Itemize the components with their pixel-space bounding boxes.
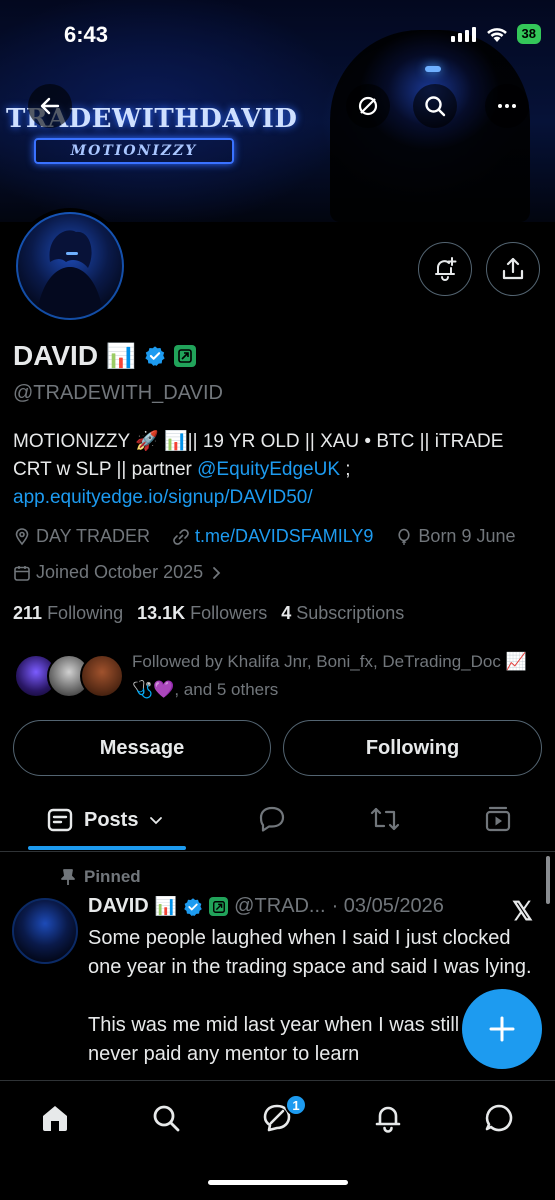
speech-bubble-icon <box>259 806 285 832</box>
verified-badge-icon[interactable] <box>144 345 166 367</box>
bell-plus-icon <box>435 257 457 281</box>
profile-handle: @TRADEWITH_DAVID <box>13 382 223 404</box>
chart-emoji: 📊 <box>106 342 136 370</box>
post-author-name[interactable]: DAVID <box>88 895 149 918</box>
posts-icon <box>47 808 73 832</box>
post-author-emoji: 📊 <box>154 896 178 916</box>
nav-search[interactable] <box>144 1096 188 1140</box>
pinned-label-row: Pinned <box>60 867 141 887</box>
followed-by-text[interactable]: Followed by Khalifa Jnr, Boni_fx, DeTrad… <box>132 648 542 704</box>
post-header: DAVID 📊 @TRAD... · 03/05/2026 <box>88 895 444 918</box>
slash-circle-icon <box>358 96 378 116</box>
affiliate-badge-icon[interactable] <box>173 345 196 367</box>
banner-subtitle: MOTIONIZZY <box>34 138 234 164</box>
more-options-button[interactable] <box>485 84 529 128</box>
tab-posts-label: Posts <box>84 808 139 831</box>
subscriptions-count: 4 <box>281 603 292 623</box>
following-stat[interactable]: 211 Following <box>13 603 123 624</box>
mutual-avatar-3 <box>80 654 124 698</box>
scrollbar[interactable] <box>546 856 550 904</box>
tab-posts[interactable]: Posts <box>46 806 164 834</box>
active-tab-indicator <box>28 846 186 850</box>
post-date: · 03/05/2026 <box>331 895 444 917</box>
compose-post-button[interactable] <box>462 989 542 1069</box>
search-icon <box>425 96 446 117</box>
verified-badge-icon[interactable] <box>183 897 203 917</box>
profile-name-row: DAVID 📊 <box>13 340 196 372</box>
tab-reposts[interactable] <box>368 802 402 836</box>
website-item[interactable]: t.me/DAVIDSFAMILY9 <box>172 526 373 547</box>
message-bubble-icon <box>485 1104 513 1132</box>
pin-icon <box>61 869 75 885</box>
profile-bio: MOTIONIZZY 🚀 📊|| 19 YR OLD || XAU • BTC … <box>13 428 543 512</box>
search-button[interactable] <box>413 84 457 128</box>
bio-url-link[interactable]: app.equityedge.io/signup/DAVID50/ <box>13 484 543 512</box>
following-label: Following <box>47 603 124 623</box>
home-icon <box>43 1106 67 1131</box>
mutual-followers-avatars[interactable] <box>14 654 124 698</box>
bio-line-2: CRT w SLP || partner @EquityEdgeUK ; <box>13 456 543 484</box>
balloon-icon <box>398 528 411 545</box>
pinned-label: Pinned <box>84 867 141 886</box>
subscriptions-stat[interactable]: 4 Subscriptions <box>281 603 404 624</box>
bio-text-suffix: ; <box>340 459 351 480</box>
location-item: DAY TRADER <box>13 526 150 547</box>
location-text: DAY TRADER <box>36 526 151 546</box>
chevron-right-icon <box>213 566 221 579</box>
plus-icon <box>489 1016 515 1042</box>
status-icons: 38 <box>450 24 541 44</box>
status-time: 6:43 <box>64 22 109 47</box>
following-count: 211 <box>13 603 43 623</box>
avatar-ring <box>16 212 124 320</box>
followers-label: Followers <box>190 603 268 623</box>
followers-count: 13.1K <box>137 603 186 623</box>
bio-line-1: MOTIONIZZY 🚀 📊|| 19 YR OLD || XAU • BTC … <box>13 431 504 452</box>
ellipsis-icon <box>498 104 516 108</box>
link-icon <box>173 528 189 545</box>
message-button[interactable]: Message <box>13 720 271 776</box>
battery-indicator: 38 <box>516 24 541 44</box>
affiliate-badge-icon[interactable] <box>209 897 229 916</box>
tabs-divider <box>0 851 555 852</box>
x-logo-icon[interactable]: 𝕏 <box>512 896 533 927</box>
post-author-avatar[interactable] <box>12 898 78 964</box>
birthday-item: Born 9 June <box>395 526 516 547</box>
post-author-handle: @TRAD... <box>234 895 326 917</box>
following-button[interactable]: Following <box>283 720 542 776</box>
location-pin-icon <box>15 527 29 545</box>
calendar-icon <box>14 565 30 581</box>
search-icon <box>153 1105 180 1132</box>
followers-stat[interactable]: 13.1K Followers <box>137 603 267 624</box>
chevron-down-icon <box>150 817 163 825</box>
notifications-button[interactable] <box>418 242 472 296</box>
nav-messages[interactable] <box>477 1096 521 1140</box>
nav-notifications[interactable] <box>366 1096 410 1140</box>
follow-stats: 211 Following 13.1K Followers 4 Subscrip… <box>13 603 404 624</box>
back-button[interactable] <box>28 84 72 128</box>
home-indicator <box>208 1180 348 1185</box>
bio-text: CRT w SLP || partner <box>13 459 198 480</box>
website-link[interactable]: t.me/DAVIDSFAMILY9 <box>195 526 373 547</box>
share-icon <box>502 257 524 280</box>
cellular-signal-icon <box>450 27 476 42</box>
nav-home[interactable] <box>33 1096 77 1140</box>
profile-name: DAVID <box>13 340 99 371</box>
bio-mention-link[interactable]: @EquityEdgeUK <box>197 459 340 480</box>
profile-meta-row: DAY TRADER t.me/DAVIDSFAMILY9 Born 9 Jun… <box>13 526 516 547</box>
joined-row[interactable]: Joined October 2025 <box>13 562 224 583</box>
arrow-left-icon <box>40 97 60 115</box>
share-button[interactable] <box>486 242 540 296</box>
messages-count-badge: 1 <box>285 1094 307 1116</box>
banner-eye-glow <box>425 66 441 72</box>
birthday-text: Born 9 June <box>418 526 516 546</box>
video-stack-icon <box>485 806 511 832</box>
tab-media[interactable] <box>481 802 515 836</box>
repost-icon <box>370 807 400 831</box>
joined-text: Joined October 2025 <box>36 562 204 582</box>
grok-button[interactable] <box>346 84 390 128</box>
subscriptions-label: Subscriptions <box>296 603 405 623</box>
bell-icon <box>375 1106 401 1133</box>
wifi-icon <box>486 28 507 42</box>
tab-replies[interactable] <box>255 802 289 836</box>
